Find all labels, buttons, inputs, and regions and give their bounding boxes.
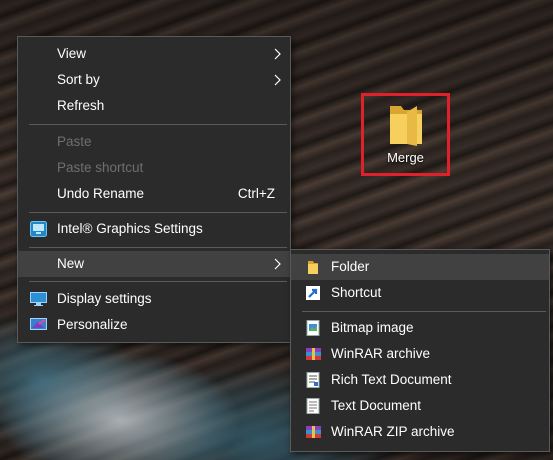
menu-separator bbox=[29, 247, 287, 248]
submenu-item-bitmap-image[interactable]: Bitmap image bbox=[291, 315, 549, 341]
menu-item-label: Display settings bbox=[57, 291, 152, 306]
display-icon bbox=[30, 292, 47, 306]
rich-text-icon bbox=[306, 372, 320, 388]
menu-separator bbox=[302, 311, 546, 312]
submenu-item-label: WinRAR archive bbox=[331, 346, 431, 361]
menu-separator bbox=[29, 281, 287, 282]
chevron-right-icon bbox=[274, 48, 281, 60]
menu-item-label: Paste bbox=[57, 134, 92, 149]
shortcut-icon bbox=[306, 286, 320, 300]
submenu-item-label: WinRAR ZIP archive bbox=[331, 424, 455, 439]
intel-graphics-icon bbox=[30, 221, 47, 237]
submenu-item-rich-text-document[interactable]: Rich Text Document bbox=[291, 367, 549, 393]
winrar-icon bbox=[306, 348, 321, 360]
menu-item-intel-graphics-settings[interactable]: Intel® Graphics Settings bbox=[18, 216, 290, 242]
menu-item-paste-shortcut[interactable]: Paste shortcut bbox=[18, 155, 290, 181]
winrar-zip-icon bbox=[306, 426, 321, 438]
text-document-icon bbox=[306, 398, 320, 414]
menu-item-sort-by[interactable]: Sort by bbox=[18, 67, 290, 93]
submenu-item-shortcut[interactable]: Shortcut bbox=[291, 280, 549, 306]
menu-item-shortcut: Ctrl+Z bbox=[237, 186, 275, 201]
menu-item-label: Intel® Graphics Settings bbox=[57, 221, 203, 236]
menu-separator bbox=[29, 124, 287, 125]
desktop-icon-label: Merge bbox=[387, 150, 424, 165]
menu-item-label: Personalize bbox=[57, 317, 128, 332]
new-submenu: Folder Shortcut Bitmap image WinRAR arch… bbox=[290, 249, 550, 452]
menu-item-new[interactable]: New bbox=[18, 251, 290, 277]
submenu-item-folder[interactable]: Folder bbox=[291, 254, 549, 280]
menu-item-display-settings[interactable]: Display settings bbox=[18, 286, 290, 312]
submenu-item-label: Rich Text Document bbox=[331, 372, 452, 387]
submenu-item-text-document[interactable]: Text Document bbox=[291, 393, 549, 419]
desktop-context-menu: View Sort by Refresh Paste Paste shortcu… bbox=[17, 36, 291, 343]
menu-item-label: Paste shortcut bbox=[57, 160, 144, 175]
submenu-item-label: Shortcut bbox=[331, 285, 382, 300]
menu-separator bbox=[29, 212, 287, 213]
menu-item-label: New bbox=[57, 256, 85, 271]
submenu-item-winrar-zip-archive[interactable]: WinRAR ZIP archive bbox=[291, 419, 549, 445]
chevron-right-icon bbox=[274, 258, 281, 270]
bitmap-icon bbox=[306, 320, 320, 336]
submenu-item-winrar-archive[interactable]: WinRAR archive bbox=[291, 341, 549, 367]
chevron-right-icon bbox=[274, 74, 281, 86]
menu-item-label: View bbox=[57, 46, 87, 61]
folder-icon bbox=[389, 106, 422, 146]
folder-icon bbox=[308, 261, 318, 274]
menu-item-view[interactable]: View bbox=[18, 41, 290, 67]
menu-item-label: Undo Rename bbox=[57, 186, 145, 201]
submenu-item-label: Text Document bbox=[331, 398, 422, 413]
menu-item-label: Refresh bbox=[57, 98, 105, 113]
submenu-item-label: Bitmap image bbox=[331, 320, 414, 335]
personalize-icon bbox=[30, 318, 47, 330]
menu-item-paste[interactable]: Paste bbox=[18, 129, 290, 155]
menu-item-personalize[interactable]: Personalize bbox=[18, 312, 290, 338]
menu-item-label: Sort by bbox=[57, 72, 100, 87]
desktop-folder-merge[interactable]: Merge bbox=[361, 93, 450, 176]
menu-item-undo-rename[interactable]: Undo Rename Ctrl+Z bbox=[18, 181, 290, 207]
submenu-item-label: Folder bbox=[331, 259, 370, 274]
menu-item-refresh[interactable]: Refresh bbox=[18, 93, 290, 119]
